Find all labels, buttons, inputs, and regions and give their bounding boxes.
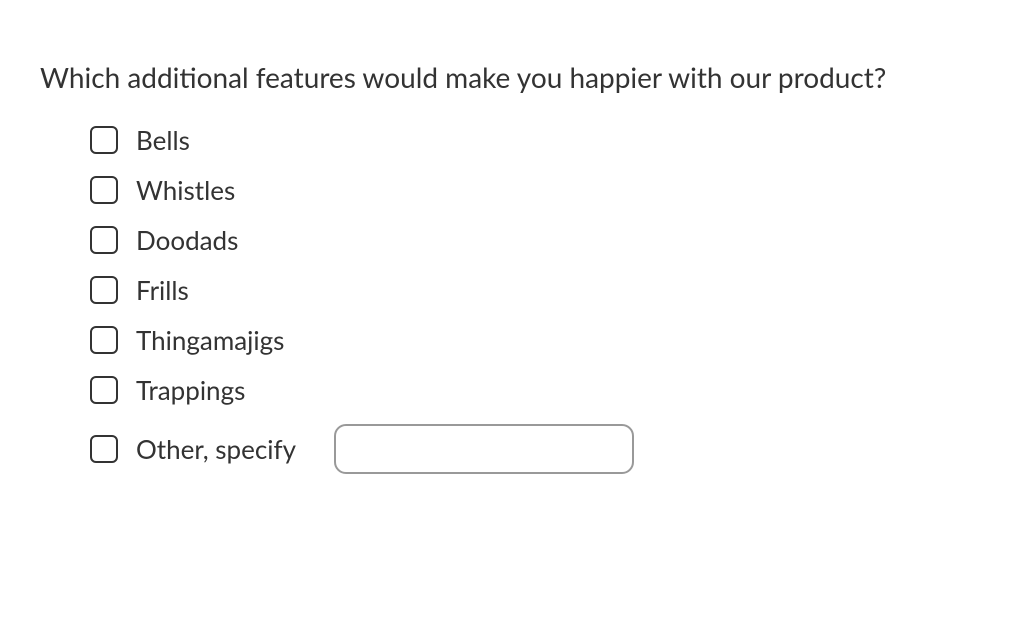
checkbox-doodads[interactable] bbox=[90, 226, 118, 254]
checkbox-other[interactable] bbox=[90, 435, 118, 463]
option-doodads-row: Doodads bbox=[90, 224, 986, 256]
option-doodads-label[interactable]: Doodads bbox=[136, 224, 238, 256]
option-bells-label[interactable]: Bells bbox=[136, 124, 190, 156]
option-thingamajigs-row: Thingamajigs bbox=[90, 324, 986, 356]
checkbox-thingamajigs[interactable] bbox=[90, 326, 118, 354]
option-thingamajigs-label[interactable]: Thingamajigs bbox=[136, 324, 284, 356]
other-specify-input[interactable] bbox=[334, 424, 634, 474]
option-whistles-row: Whistles bbox=[90, 174, 986, 206]
checkbox-trappings[interactable] bbox=[90, 376, 118, 404]
option-trappings-label[interactable]: Trappings bbox=[136, 374, 245, 406]
option-bells-row: Bells bbox=[90, 124, 986, 156]
option-whistles-label[interactable]: Whistles bbox=[136, 174, 235, 206]
option-other-label[interactable]: Other, specify bbox=[136, 433, 296, 465]
options-list: Bells Whistles Doodads Frills Thingamaji… bbox=[40, 124, 986, 474]
survey-question: Which additional features would make you… bbox=[40, 60, 986, 94]
checkbox-whistles[interactable] bbox=[90, 176, 118, 204]
option-frills-row: Frills bbox=[90, 274, 986, 306]
option-other-row: Other, specify bbox=[90, 424, 986, 474]
checkbox-bells[interactable] bbox=[90, 126, 118, 154]
option-trappings-row: Trappings bbox=[90, 374, 986, 406]
option-frills-label[interactable]: Frills bbox=[136, 274, 189, 306]
checkbox-frills[interactable] bbox=[90, 276, 118, 304]
